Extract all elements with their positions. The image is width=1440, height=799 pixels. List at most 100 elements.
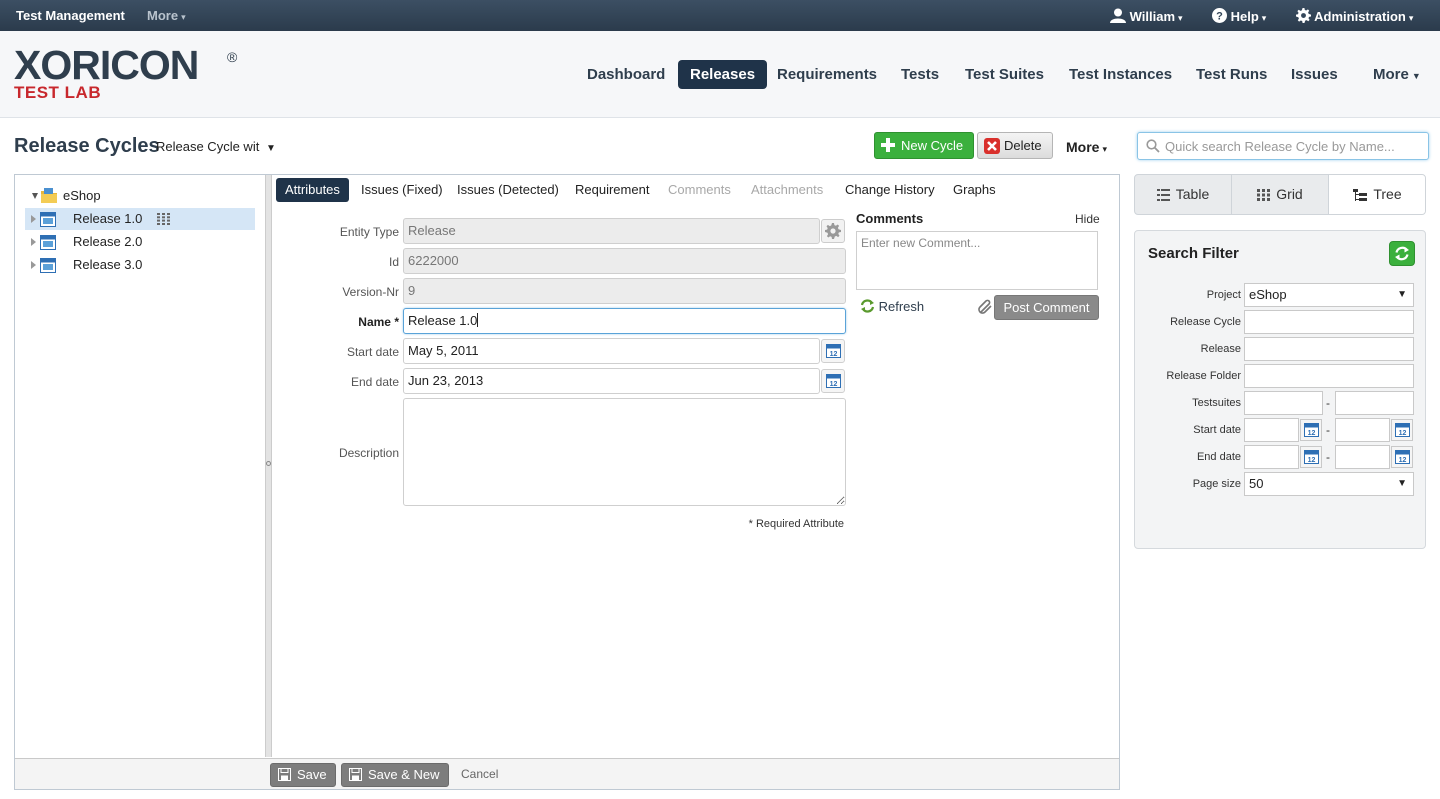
new-cycle-button[interactable]: New Cycle [874, 132, 975, 159]
expand-icon[interactable] [31, 215, 36, 223]
start-date-to-calendar-button[interactable]: 12 [1391, 419, 1413, 441]
more-actions-label: More [1066, 139, 1100, 155]
release-icon [40, 258, 56, 273]
project-filter-select[interactable]: eShop ▼ [1244, 283, 1414, 307]
end-date-calendar-button[interactable]: 12 [821, 369, 845, 393]
end-date-from-calendar-button[interactable]: 12 [1300, 446, 1322, 468]
release-cycle-filter-input[interactable] [1244, 310, 1414, 334]
tree-node-release[interactable]: Release 3.0 [25, 254, 255, 276]
nav-more[interactable]: More ▼ [1361, 60, 1433, 89]
start-date-from-calendar-button[interactable]: 12 [1300, 419, 1322, 441]
pane-splitter[interactable] [265, 175, 272, 757]
tab-issues-detected[interactable]: Issues (Detected) [448, 178, 568, 202]
name-label: Name * [320, 315, 399, 329]
save-and-new-button[interactable]: Save & New [341, 763, 449, 787]
cancel-link[interactable]: Cancel [461, 767, 498, 781]
logo-registered-mark: ® [227, 49, 238, 65]
administration-menu[interactable]: Administration ▾ [1296, 8, 1413, 24]
splitter-handle-icon[interactable] [266, 461, 271, 466]
plus-icon [881, 138, 895, 152]
tree-node-release[interactable]: Release 2.0 [25, 231, 255, 253]
view-tab-table[interactable]: Table [1135, 175, 1232, 214]
entity-settings-button[interactable] [821, 219, 845, 243]
page-size-select[interactable]: 50 ▼ [1244, 472, 1414, 496]
nav-releases[interactable]: Releases [678, 60, 768, 89]
tab-requirement[interactable]: Requirement [566, 178, 658, 202]
start-date-calendar-button[interactable]: 12 [821, 339, 845, 363]
user-name: William [1129, 9, 1176, 24]
gear-icon [1296, 8, 1311, 23]
collapse-icon[interactable] [32, 193, 38, 199]
view-tab-grid[interactable]: Grid [1232, 175, 1329, 214]
quick-search-input[interactable] [1165, 137, 1420, 155]
end-date-to-input[interactable] [1335, 445, 1390, 469]
nav-issues[interactable]: Issues [1279, 60, 1350, 89]
end-date-label: End date [350, 375, 399, 389]
chevron-down-icon: ▼ [1411, 71, 1421, 81]
range-separator: - [1326, 396, 1330, 410]
top-more-menu[interactable]: More ▾ [147, 8, 186, 23]
view-tab-tree[interactable]: Tree [1329, 175, 1425, 214]
description-textarea[interactable] [403, 398, 846, 506]
help-icon: ? [1212, 8, 1227, 23]
start-date-input[interactable]: May 5, 2011 [403, 338, 820, 364]
nav-tests[interactable]: Tests [889, 60, 951, 89]
end-date-input[interactable]: Jun 23, 2013 [403, 368, 820, 394]
refresh-filter-button[interactable] [1389, 241, 1415, 266]
help-menu[interactable]: ? Help ▾ [1212, 8, 1266, 24]
start-date-to-input[interactable] [1335, 418, 1390, 442]
testsuites-filter-label: Testsuites [1192, 397, 1241, 409]
grid-view-icon[interactable] [157, 213, 170, 225]
chevron-down-icon: ▼ [265, 143, 276, 154]
entity-type-field: Release [403, 218, 820, 244]
testsuites-to-input[interactable] [1335, 391, 1414, 415]
attachment-icon[interactable] [978, 299, 994, 315]
tab-graphs[interactable]: Graphs [944, 178, 1005, 202]
testsuites-from-input[interactable] [1244, 391, 1323, 415]
view-tab-tree-label: Tree [1373, 186, 1402, 202]
search-filter-panel [1134, 230, 1426, 549]
tree-node-release[interactable]: Release 1.0 [25, 208, 255, 230]
nav-test-suites[interactable]: Test Suites [953, 60, 1056, 89]
tab-issues-fixed[interactable]: Issues (Fixed) [352, 178, 452, 202]
release-folder-filter-label: Release Folder [1166, 370, 1241, 382]
dropdown-arrow-icon: ▼ [1397, 289, 1407, 300]
expand-icon[interactable] [31, 261, 36, 269]
app-name[interactable]: Test Management [16, 8, 125, 23]
project-filter-value: eShop [1249, 287, 1287, 302]
more-actions-button[interactable]: More ▾ [1066, 139, 1107, 155]
nav-requirements[interactable]: Requirements [765, 60, 889, 89]
expand-icon[interactable] [31, 238, 36, 246]
tree-node-project[interactable]: eShop [15, 185, 255, 207]
top-more-label: More [147, 8, 179, 23]
entity-type-label: Entity Type [339, 225, 399, 239]
svg-text:12: 12 [1398, 457, 1406, 464]
nav-test-runs[interactable]: Test Runs [1184, 60, 1279, 89]
hide-comments-link[interactable]: Hide [1075, 212, 1100, 226]
nav-test-instances[interactable]: Test Instances [1057, 60, 1184, 89]
user-menu[interactable]: William ▾ [1110, 8, 1183, 24]
release-cycle-view-select[interactable]: Release Cycle wit ▼ [156, 139, 276, 154]
nav-dashboard[interactable]: Dashboard [575, 60, 677, 89]
delete-button[interactable]: Delete [977, 132, 1053, 159]
delete-label: Delete [1004, 138, 1042, 153]
administration-label: Administration [1314, 9, 1406, 24]
save-icon [278, 768, 291, 781]
start-date-from-input[interactable] [1244, 418, 1299, 442]
refresh-label: Refresh [878, 299, 925, 314]
name-input[interactable]: Release 1.0 [403, 308, 846, 334]
refresh-icon [860, 299, 875, 313]
save-button[interactable]: Save [270, 763, 336, 787]
svg-text:12: 12 [829, 351, 837, 358]
release-folder-filter-input[interactable] [1244, 364, 1414, 388]
end-date-to-calendar-button[interactable]: 12 [1391, 446, 1413, 468]
tab-change-history[interactable]: Change History [836, 178, 944, 202]
refresh-comments-button[interactable]: Refresh [860, 299, 924, 314]
post-comment-button[interactable]: Post Comment [994, 295, 1099, 320]
tab-attributes[interactable]: Attributes [276, 178, 349, 202]
refresh-icon [1395, 246, 1409, 261]
end-date-from-input[interactable] [1244, 445, 1299, 469]
release-filter-input[interactable] [1244, 337, 1414, 361]
new-comment-textarea[interactable] [856, 231, 1098, 290]
tab-attachments: Attachments [751, 182, 824, 197]
